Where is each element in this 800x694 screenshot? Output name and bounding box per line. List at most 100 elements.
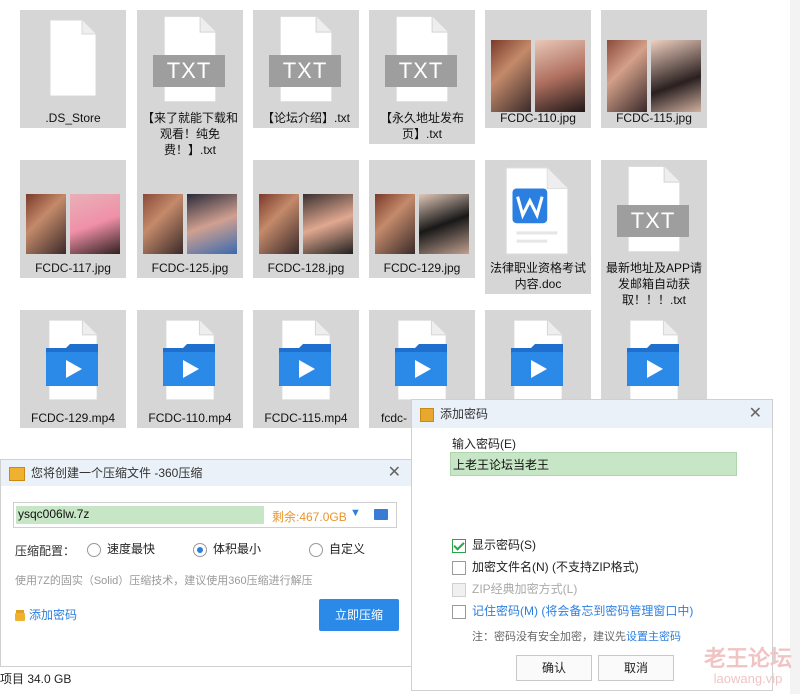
file-name: 【永久地址发布页】.txt (379, 111, 464, 141)
video-file-icon (369, 310, 475, 410)
image-thumbnail (253, 160, 359, 260)
add-password-link[interactable]: 添加密码 (15, 606, 77, 623)
image-thumbnail (601, 10, 707, 112)
compress-hint: 使用7Z的固实（Solid）压缩技术，建议使用360压缩进行解压 (15, 575, 313, 587)
set-master-password-link[interactable]: 设置主密码 (626, 631, 681, 643)
file-name: FCDC-117.jpg (35, 261, 111, 275)
file-name: 法律职业资格考试内容.doc (489, 261, 586, 291)
txt-badge: TXT (269, 55, 341, 87)
video-file-icon (20, 310, 126, 410)
show-password-label: 显示密码(S) (472, 538, 536, 552)
file-tile[interactable]: FCDC-110.mp4 (137, 310, 243, 428)
archive-filename: ysqc006lw.7z (18, 507, 90, 521)
remember-password-option[interactable]: 记住密码(M) (将会备忘到密码管理窗口中) (452, 602, 693, 619)
remember-password-label: 记住密码(M) (将会备忘到密码管理窗口中) (472, 604, 694, 618)
option-label: 体积最小 (213, 542, 262, 556)
file-tile[interactable]: FCDC-117.jpg (20, 160, 126, 278)
option-label: 速度最快 (107, 542, 156, 556)
file-name: FCDC-129.jpg (383, 261, 461, 275)
file-name: 最新地址及APP请发邮箱自动获取！！！.txt (605, 261, 702, 307)
encrypt-filenames-label: 加密文件名(N) (不支持ZIP格式) (472, 560, 639, 574)
file-name: FCDC-125.jpg (151, 261, 229, 275)
file-name: FCDC-110.mp4 (148, 411, 232, 425)
file-tile[interactable] (485, 310, 591, 401)
file-name: FCDC-129.mp4 (30, 411, 116, 425)
file-tile[interactable]: FCDC-110.jpg (485, 10, 591, 128)
file-tile[interactable]: FCDC-129.mp4 (20, 310, 126, 428)
video-file-icon (253, 310, 359, 410)
file-name: 【来了就能下载和观看！纯免费！】.txt (141, 111, 238, 157)
radio-icon (309, 542, 323, 557)
ok-button[interactable]: 确认 (516, 655, 592, 681)
password-dialog-titlebar: 添加密码 ✕ (412, 400, 772, 428)
radio-icon (87, 542, 101, 557)
cancel-button[interactable]: 取消 (598, 655, 674, 681)
txt-file-icon: TXT (137, 10, 243, 110)
config-label: 压缩配置： (15, 544, 76, 558)
file-tile[interactable]: FCDC-115.jpg (601, 10, 707, 128)
close-icon[interactable]: ✕ (749, 400, 762, 428)
option-smallest[interactable]: 体积最小 (193, 540, 261, 557)
file-name: FCDC-115.jpg (616, 111, 692, 125)
txt-badge: TXT (153, 55, 225, 87)
file-name: FCDC-115.mp4 (264, 411, 348, 425)
ok-label: 确认 (541, 661, 566, 675)
cancel-label: 取消 (623, 661, 648, 675)
file-tile[interactable]: FCDC-129.jpg (369, 160, 475, 278)
password-input-label: 输入密码(E) (452, 437, 516, 451)
checkbox-icon (452, 560, 466, 575)
txt-file-icon: TXT (369, 10, 475, 110)
file-tile[interactable] (601, 310, 707, 401)
file-tile[interactable]: FCDC-125.jpg (137, 160, 243, 278)
option-fastest[interactable]: 速度最快 (87, 540, 155, 557)
txt-file-icon: TXT (253, 10, 359, 110)
watermark-sub: laowang.vip (713, 671, 783, 686)
compress-dialog-titlebar: 您将创建一个压缩文件 -360压缩 ✕ (1, 460, 411, 486)
option-label: 自定义 (329, 542, 366, 556)
close-icon[interactable]: ✕ (388, 460, 401, 486)
password-value: 上老王论坛当老王 (453, 458, 550, 472)
option-custom[interactable]: 自定义 (309, 540, 365, 557)
file-tile[interactable]: TXT 【来了就能下载和观看！纯免费！】.txt (137, 10, 243, 160)
note-text: 注：密码没有安全加密，建议先 (472, 631, 626, 643)
file-tile[interactable]: FCDC-128.jpg (253, 160, 359, 278)
compress-dialog-title: 您将创建一个压缩文件 -360压缩 (31, 466, 203, 480)
compress-dialog: 您将创建一个压缩文件 -360压缩 ✕ ysqc006lw.7z 剩余:467.… (0, 459, 412, 667)
video-file-icon (137, 310, 243, 410)
file-tile[interactable]: TXT 【论坛介绍】.txt (253, 10, 359, 128)
txt-file-icon: TXT (601, 160, 707, 260)
txt-badge: TXT (617, 205, 689, 237)
blank-file-icon (20, 10, 126, 110)
password-note: 注：密码没有安全加密，建议先设置主密码 (472, 628, 681, 644)
image-thumbnail (369, 160, 475, 260)
explorer-scrollbar[interactable] (790, 0, 800, 694)
image-thumbnail (485, 10, 591, 112)
chevron-down-icon[interactable]: ▼ (350, 507, 361, 519)
add-password-label: 添加密码 (29, 608, 78, 622)
watermark: 老王论坛 laowang.vip (700, 646, 796, 686)
encrypt-filenames-option[interactable]: 加密文件名(N) (不支持ZIP格式) (452, 558, 639, 575)
checkbox-icon (452, 604, 466, 619)
radio-selected-icon (193, 542, 207, 557)
file-tile[interactable]: .DS_Store (20, 10, 126, 128)
archive-app-icon (9, 466, 25, 481)
file-name: .DS_Store (45, 111, 101, 125)
status-text: 项目 34.0 GB (0, 672, 72, 686)
archive-name-field[interactable]: ysqc006lw.7z 剩余:467.0GB ▼ (13, 502, 397, 528)
show-password-option[interactable]: 显示密码(S) (452, 536, 536, 553)
file-tile[interactable]: 法律职业资格考试内容.doc (485, 160, 591, 294)
compress-now-button[interactable]: 立即压缩 (319, 599, 399, 631)
zip-classic-label: ZIP经典加密方式(L) (472, 582, 578, 596)
status-bar: 项目 34.0 GB (0, 668, 420, 690)
file-tile[interactable]: TXT 【永久地址发布页】.txt (369, 10, 475, 144)
folder-icon[interactable] (374, 509, 388, 520)
file-name: FCDC-110.jpg (500, 111, 576, 125)
watermark-main: 老王论坛 (703, 646, 792, 671)
key-icon (420, 407, 434, 422)
txt-badge: TXT (385, 55, 457, 87)
compress-now-label: 立即压缩 (334, 608, 383, 622)
file-tile[interactable]: TXT 最新地址及APP请发邮箱自动获取！！！.txt (601, 160, 707, 310)
file-tile[interactable]: FCDC-115.mp4 (253, 310, 359, 428)
image-thumbnail (20, 160, 126, 260)
password-input[interactable]: 上老王论坛当老王 (450, 452, 737, 476)
